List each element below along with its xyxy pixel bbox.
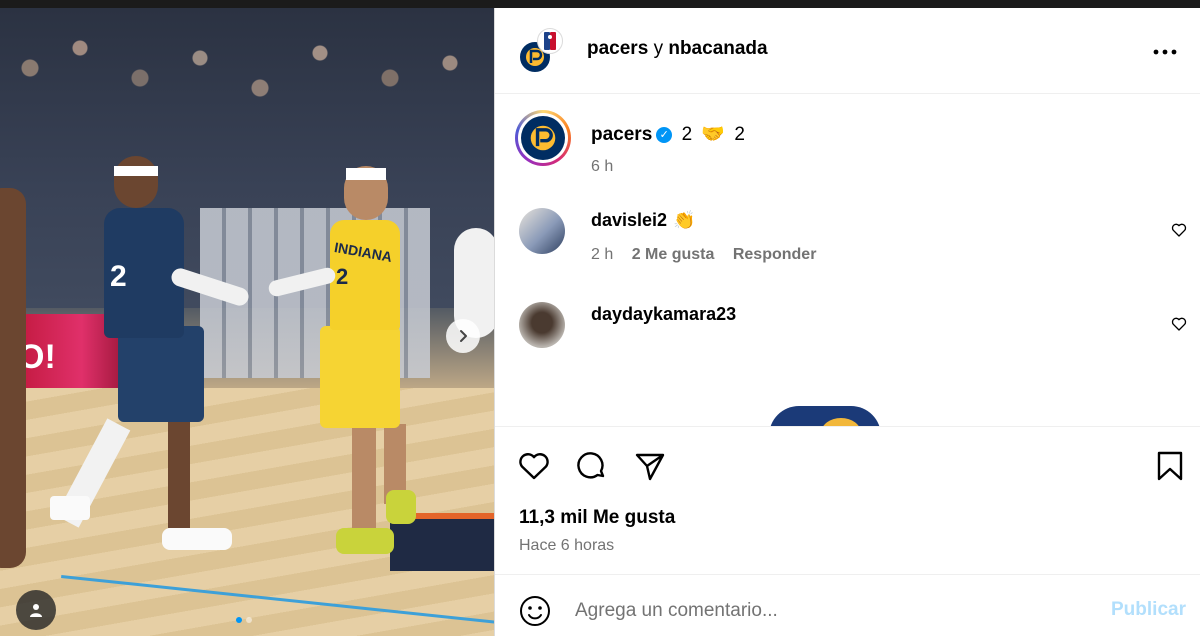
- comment-icon[interactable]: [575, 449, 609, 483]
- story-ring[interactable]: [515, 110, 571, 166]
- player-right-leg: [352, 426, 376, 536]
- chevron-right-icon: [460, 330, 467, 342]
- nbacanada-avatar[interactable]: [537, 28, 563, 54]
- player-left-shoe: [162, 528, 232, 550]
- caption-timestamp[interactable]: 6 h: [591, 158, 613, 176]
- header-username[interactable]: pacers: [587, 38, 648, 59]
- caption-emoji: 🤝: [701, 124, 726, 145]
- post-actions: 11,3 mil Me gusta Hace 6 horas: [495, 426, 1200, 574]
- comment-username[interactable]: davislei2: [591, 210, 667, 230]
- player-left-headband: [114, 166, 158, 176]
- comment-like-heart-icon[interactable]: [1171, 316, 1187, 332]
- publish-button[interactable]: Publicar: [1111, 599, 1186, 621]
- player-right-shoe: [386, 490, 416, 524]
- user-tag-icon: [30, 604, 42, 617]
- comment-item: davislei2 👏 2 h 2 Me gusta Responder: [519, 208, 1189, 268]
- post-details-panel: pacers y nbacanada pacers ✓ 2 🤝 2 6 h da…: [494, 8, 1200, 636]
- likes-count[interactable]: 11,3 mil Me gusta: [519, 507, 675, 529]
- comment-likes[interactable]: 2 Me gusta: [632, 246, 715, 263]
- player-right-headband: [346, 168, 386, 180]
- player-left-head: [114, 156, 158, 208]
- comment-username[interactable]: daydaykamara23: [591, 304, 736, 324]
- comment-meta: 2 h 2 Me gusta Responder: [591, 246, 830, 264]
- post-authors: pacers y nbacanada: [587, 38, 768, 60]
- header-connector: y: [653, 38, 664, 59]
- carousel-indicator: [236, 617, 252, 623]
- tagged-users-button[interactable]: [16, 590, 56, 630]
- share-icon[interactable]: [633, 449, 667, 483]
- pacers-logo-icon: [530, 125, 556, 151]
- player-right-number: 2: [336, 264, 349, 289]
- header-collab-username[interactable]: nbacanada: [668, 38, 767, 59]
- post-photo[interactable]: O! 2 INDIANA 2: [0, 8, 494, 636]
- verified-badge-icon: ✓: [656, 127, 673, 143]
- player-left-shorts: [118, 326, 204, 422]
- more-horizontal-icon: [1153, 49, 1177, 55]
- comment-composer: Publicar: [495, 574, 1200, 636]
- comment-reply-button[interactable]: Responder: [733, 246, 817, 263]
- comment-avatar[interactable]: [519, 208, 565, 254]
- next-photo-button[interactable]: [446, 319, 480, 353]
- player-right-shorts: [320, 326, 400, 428]
- comment-avatar[interactable]: [519, 302, 565, 348]
- bookmark-icon[interactable]: [1153, 449, 1187, 483]
- comments-list[interactable]: pacers ✓ 2 🤝 2 6 h davislei2 👏 2 h 2 Me gu…: [495, 94, 1200, 426]
- caption-count-2: 2: [734, 124, 745, 145]
- comment-text: 👏: [673, 210, 696, 230]
- photo-edge-player-left: [0, 188, 26, 568]
- player-right-shoe: [336, 528, 394, 554]
- player-left-shoe: [50, 496, 90, 520]
- post-timestamp[interactable]: Hace 6 horas: [519, 537, 614, 555]
- player-left-leg: [168, 418, 190, 528]
- carousel-dot: [246, 617, 252, 623]
- next-comment-avatar-peek: [769, 406, 881, 426]
- carousel-dot-active: [236, 617, 242, 623]
- comment-line: daydaykamara23: [591, 304, 742, 325]
- window-top-strip: [0, 0, 1200, 8]
- caption-line: pacers ✓ 2 🤝 2: [591, 122, 745, 146]
- comment-input[interactable]: [575, 591, 1095, 631]
- emoji-icon[interactable]: [519, 595, 551, 627]
- caption-username[interactable]: pacers: [591, 124, 652, 145]
- nba-logo-icon: [544, 32, 556, 50]
- comment-item: daydaykamara23: [519, 302, 1189, 362]
- post-header: pacers y nbacanada: [495, 8, 1200, 94]
- caption-count-1: 2: [681, 124, 693, 145]
- comment-line: davislei2 👏: [591, 210, 695, 231]
- comment-time[interactable]: 2 h: [591, 246, 613, 263]
- caption-avatar: [521, 116, 565, 160]
- more-options-button[interactable]: [1153, 38, 1177, 58]
- comment-like-heart-icon[interactable]: [1171, 222, 1187, 238]
- heart-icon[interactable]: [517, 449, 551, 483]
- player-left-number: 2: [110, 260, 127, 293]
